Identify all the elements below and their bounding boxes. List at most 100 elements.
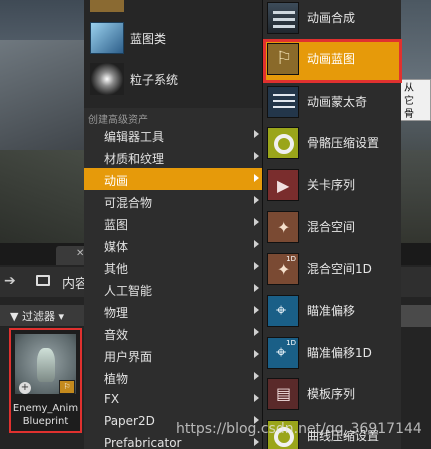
chevron-right-icon: [254, 218, 259, 226]
menu-item-label: 动画: [104, 174, 129, 188]
menu-item-label: 音效: [104, 328, 129, 342]
asset-name-line: Enemy_Anim: [12, 403, 79, 414]
chevron-right-icon: [254, 152, 259, 160]
search-input[interactable]: [400, 305, 431, 327]
tooltip-line: 从: [404, 83, 414, 94]
menu-item-blendables[interactable]: 可混合物: [84, 190, 264, 212]
menu-item-sounds[interactable]: 音效: [84, 322, 264, 344]
anim-composite-icon: [267, 2, 299, 34]
tooltip: 从 它 骨: [398, 79, 431, 121]
menu-item-label: 关卡序列: [307, 178, 356, 192]
menu-item-blueprints[interactable]: 蓝图: [84, 212, 264, 234]
menu-item-label: 瞄准偏移: [307, 304, 356, 318]
chevron-right-icon: [254, 174, 259, 182]
menu-item-label: 粒子系统: [130, 73, 179, 87]
asset-name-line: Blueprint: [22, 416, 69, 427]
menu-item-animation[interactable]: 动画: [84, 168, 264, 190]
menu-item-materials[interactable]: 材质和纹理: [84, 146, 264, 168]
menu-item-label: 可混合物: [104, 196, 153, 210]
asset-name: Enemy_Anim Blueprint: [11, 402, 80, 428]
menu-item-label: 用户界面: [104, 350, 153, 364]
filter-button[interactable]: ▼ 过滤器 ▾: [10, 308, 64, 324]
animation-submenu: 动画合成 动画蓝图 动画蒙太奇 骨骼压缩设置 关卡序列 混合空间 混合空间1D …: [262, 0, 402, 449]
chevron-right-icon: [254, 240, 259, 248]
chevron-right-icon: [254, 372, 259, 380]
chevron-right-icon: [254, 262, 259, 270]
chevron-right-icon: [254, 438, 259, 446]
menu-item-media[interactable]: 媒体: [84, 234, 264, 256]
bone-compression-icon: [267, 127, 299, 159]
chevron-right-icon: [254, 350, 259, 358]
menu-item-physics[interactable]: 物理: [84, 300, 264, 322]
anim-blueprint-badge-icon: ⚐: [59, 380, 75, 394]
menu-item-misc[interactable]: 其他: [84, 256, 264, 278]
menu-item-label: 编辑器工具: [104, 130, 165, 144]
menu-item-foliage[interactable]: 植物: [84, 366, 264, 388]
menu-item-label: 混合空间1D: [307, 262, 372, 276]
menu-item-label: 动画蒙太奇: [307, 95, 368, 109]
folder-icon[interactable]: [36, 275, 50, 286]
aim-offset-1d-icon: [267, 337, 299, 369]
viewport-rock: [0, 40, 90, 160]
menu-item-label: 材质和纹理: [104, 152, 165, 166]
chevron-right-icon: [254, 130, 259, 138]
menu-item-template-sequence[interactable]: 模板序列: [263, 374, 402, 414]
menu-item-bone-compression[interactable]: 骨骼压缩设置: [263, 123, 402, 163]
menu-item-label: 植物: [104, 372, 129, 386]
blend-space-1d-icon: [267, 253, 299, 285]
template-sequence-icon: [267, 378, 299, 410]
menu-item-label: 混合空间: [307, 220, 356, 234]
forward-arrow-icon[interactable]: ➔: [4, 273, 16, 289]
tooltip-line: 骨: [404, 109, 414, 120]
chevron-right-icon: [254, 284, 259, 292]
chevron-right-icon: [254, 394, 259, 402]
menu-item-label: Prefabricator: [104, 436, 182, 449]
menu-item-label: 骨骼压缩设置: [307, 136, 380, 150]
watermark: https://blog.csdn.net/qq_36917144: [176, 421, 422, 437]
menu-item-blend-space[interactable]: 混合空间: [263, 207, 402, 247]
chevron-right-icon: [254, 196, 259, 204]
level-sequence-icon: [267, 169, 299, 201]
viewport-rock: [400, 150, 431, 243]
asset-thumbnail: + ⚐: [15, 334, 76, 394]
menu-item-ui[interactable]: 用户界面: [84, 344, 264, 366]
menu-item-blueprint-class[interactable]: 蓝图类: [84, 20, 264, 56]
menu-item-level-sequence[interactable]: 关卡序列: [263, 165, 402, 205]
aim-offset-icon: [267, 295, 299, 327]
tooltip-line: 它: [404, 96, 414, 107]
chevron-right-icon: [254, 328, 259, 336]
chevron-right-icon: [254, 306, 259, 314]
menu-item-anim-blueprint[interactable]: 动画蓝图: [263, 39, 402, 83]
menu-item-partial[interactable]: [84, 0, 264, 14]
blend-space-icon: [267, 211, 299, 243]
menu-item-label: 媒体: [104, 240, 129, 254]
menu-item-particle-system[interactable]: 粒子系统: [84, 61, 264, 97]
character-thumbnail-icon: [37, 348, 55, 382]
menu-item-anim-montage[interactable]: 动画蒙太奇: [263, 82, 402, 122]
asset-tile[interactable]: + ⚐ Enemy_Anim Blueprint: [9, 328, 82, 433]
anim-blueprint-icon: [267, 43, 299, 75]
viewport-rock: [0, 150, 90, 243]
menu-item-aim-offset[interactable]: 瞄准偏移: [263, 291, 402, 331]
menu-item-label: 动画合成: [307, 11, 356, 25]
menu-item-ai[interactable]: 人工智能: [84, 278, 264, 300]
basic-assets-section: 蓝图类 粒子系统: [84, 0, 264, 108]
menu-item-editor-utilities[interactable]: 编辑器工具: [84, 124, 264, 146]
menu-item-blend-space-1d[interactable]: 混合空间1D: [263, 249, 402, 289]
add-icon: +: [19, 382, 31, 394]
create-asset-menu: 蓝图类 粒子系统 创建高级资产 编辑器工具 材质和纹理 动画 可混合物 蓝图 媒…: [84, 0, 264, 449]
menu-item-label: 动画蓝图: [307, 52, 356, 66]
menu-item-anim-composite[interactable]: 动画合成: [263, 0, 402, 38]
menu-item-label: 物理: [104, 306, 129, 320]
filter-bar: ▼ 过滤器 ▾: [0, 305, 90, 327]
menu-item-fx[interactable]: FX: [84, 388, 264, 410]
menu-item-label: 其他: [104, 262, 129, 276]
menu-item-label: 模板序列: [307, 387, 356, 401]
menu-item-label: 蓝图类: [130, 32, 167, 46]
menu-item-aim-offset-1d[interactable]: 瞄准偏移1D: [263, 333, 402, 373]
menu-item-label: 人工智能: [104, 284, 153, 298]
menu-item-label: Paper2D: [104, 414, 155, 428]
filter-label: 过滤器: [21, 310, 55, 323]
book-icon: [90, 22, 124, 54]
anim-montage-icon: [267, 86, 299, 118]
